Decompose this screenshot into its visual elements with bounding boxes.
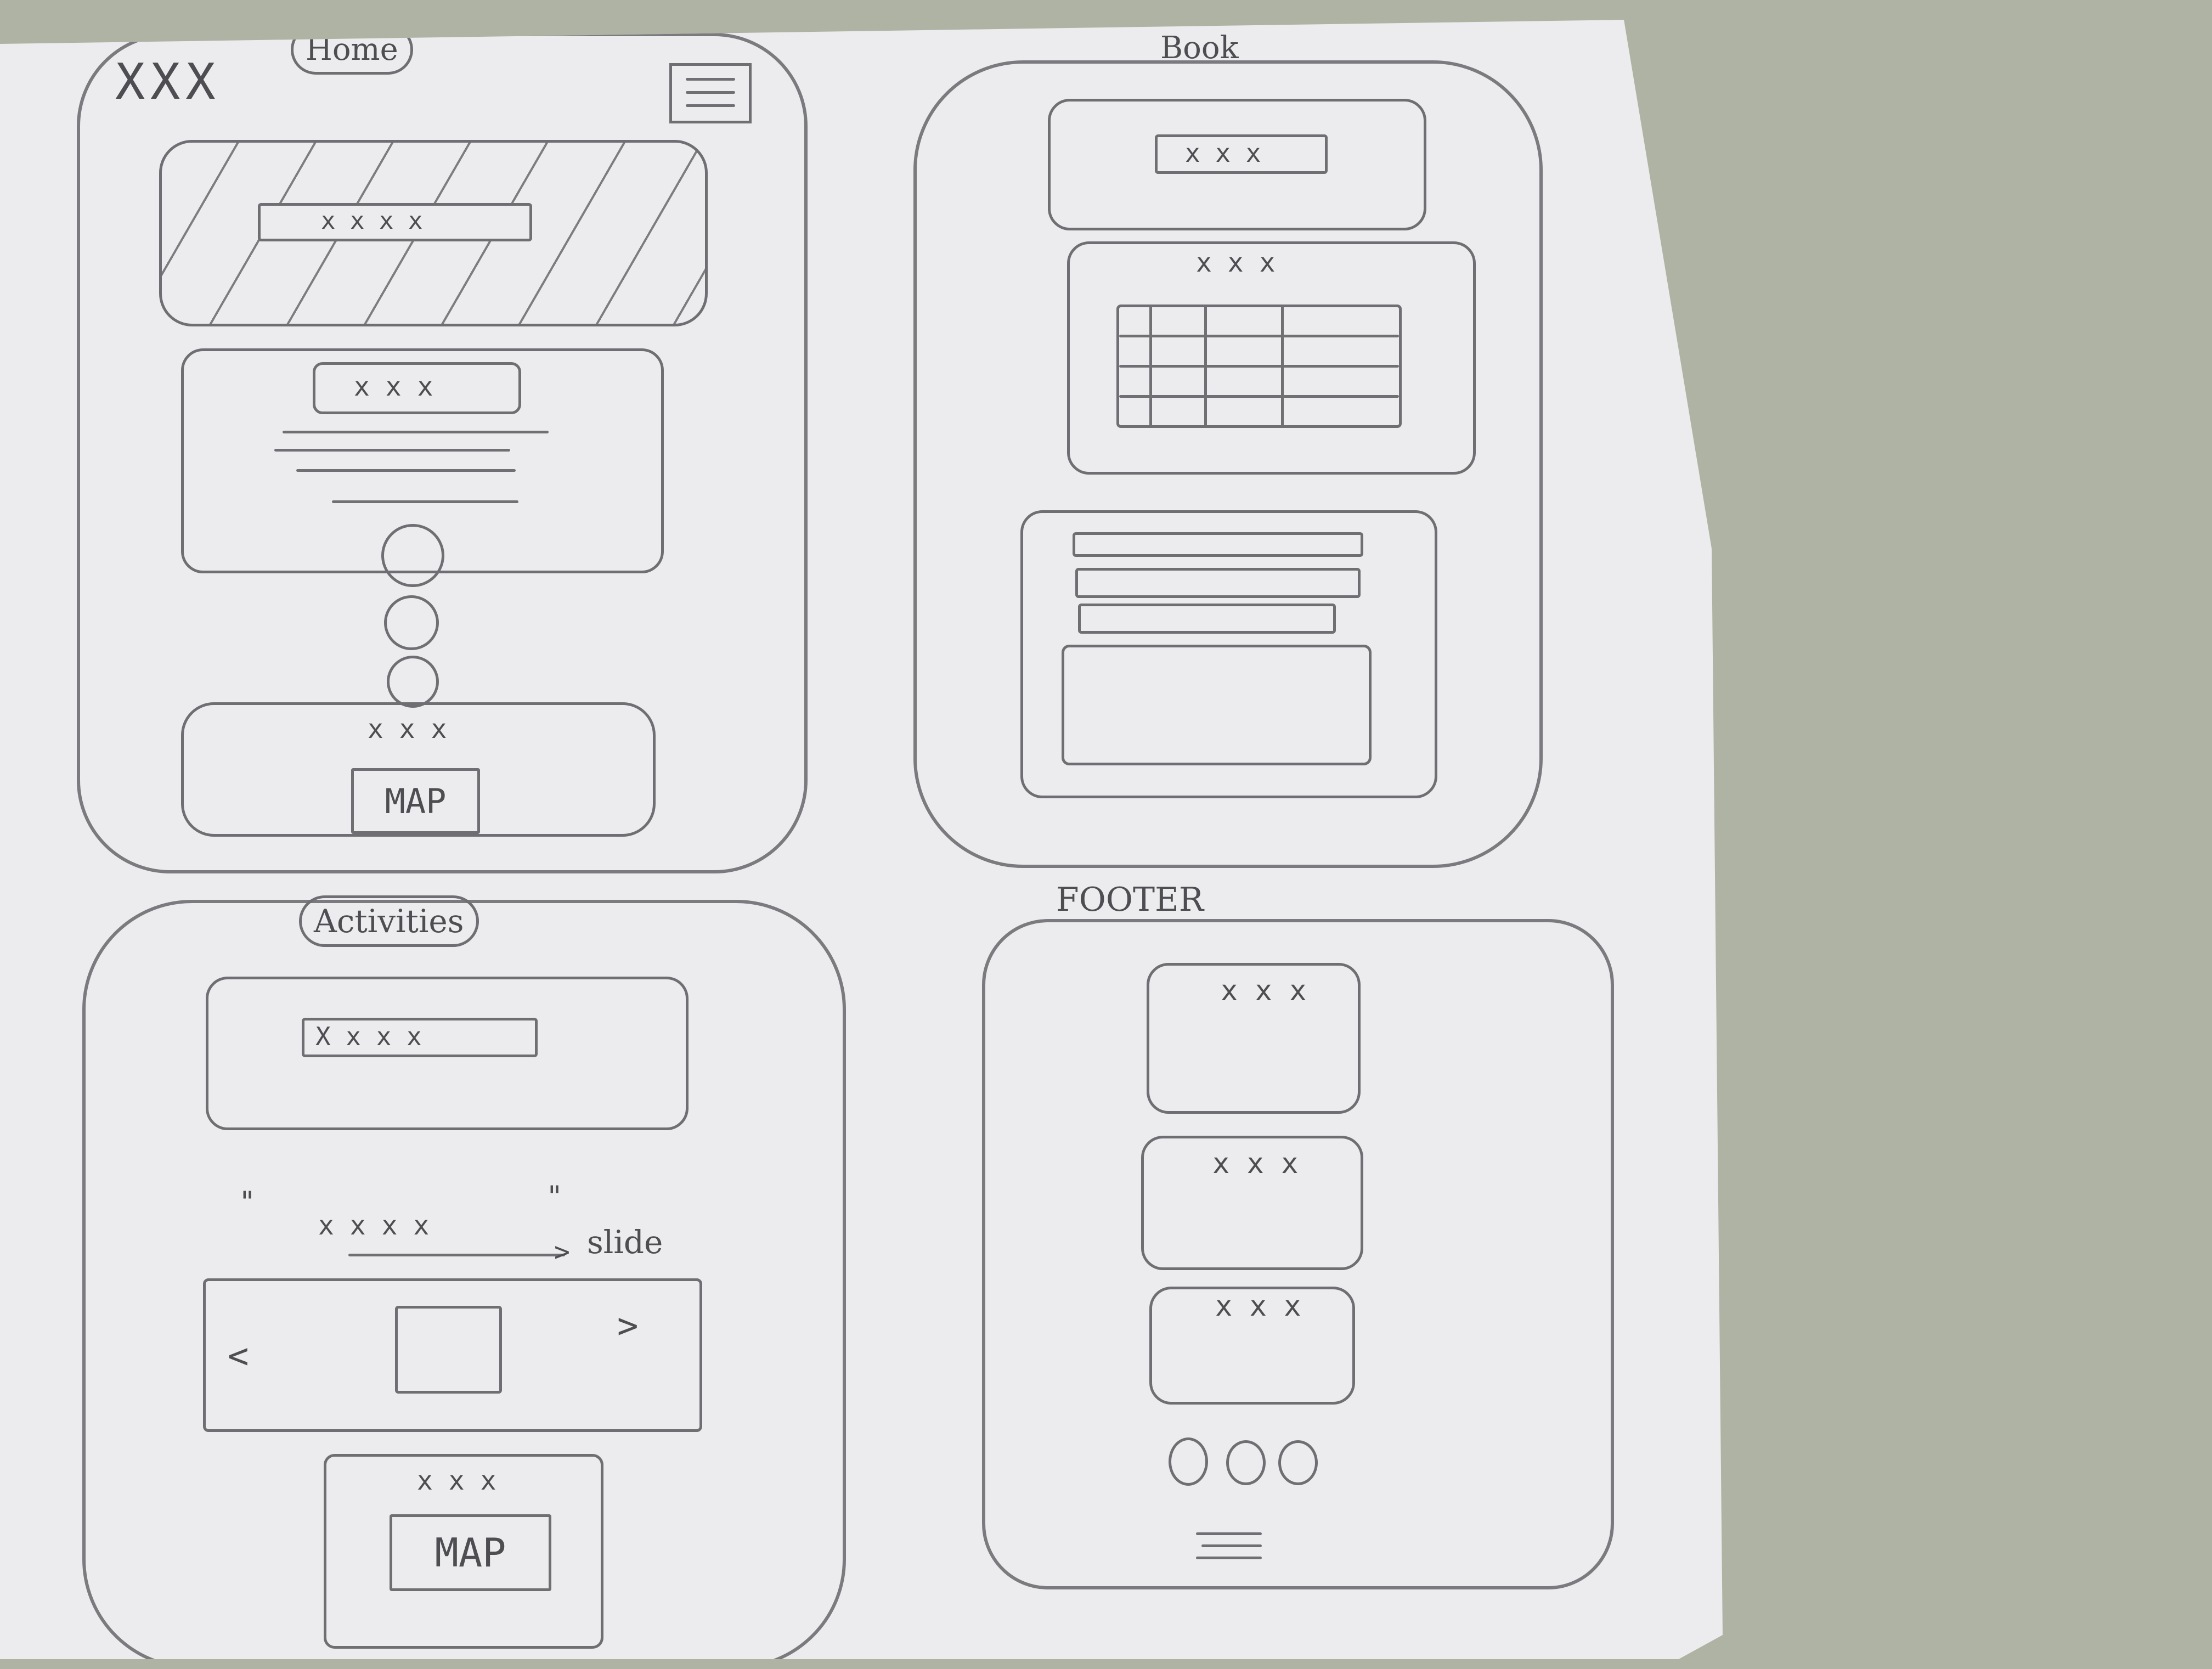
home-title: Home: [291, 25, 413, 75]
form-field[interactable]: [1073, 532, 1363, 557]
booking-heading: x x x: [1196, 247, 1276, 278]
hero-text-bar: x x x x: [258, 203, 532, 241]
footer-card-label: x x x: [1215, 1290, 1301, 1323]
close-quote: ": [546, 1180, 563, 1213]
footer-title: FOOTER: [1056, 881, 1204, 919]
testimonial-text: x x x x: [318, 1210, 430, 1241]
social-circle-icon[interactable]: [1169, 1437, 1208, 1486]
carousel-circle[interactable]: [387, 656, 439, 708]
about-text-line: [274, 449, 510, 452]
footer-card-label: x x x: [1212, 1147, 1299, 1180]
footer-card-label: x x x: [1221, 974, 1307, 1007]
social-circle-icon[interactable]: [1226, 1440, 1266, 1485]
slide-arrow-head: >: [554, 1237, 570, 1267]
about-text-line: [332, 500, 518, 503]
slide-arrow: [348, 1254, 565, 1256]
book-banner-bar: x x x: [1155, 134, 1328, 174]
next-arrow-icon[interactable]: >: [617, 1309, 639, 1344]
prev-arrow-icon[interactable]: <: [228, 1339, 249, 1374]
social-circle-icon[interactable]: [1278, 1440, 1318, 1485]
about-heading-bar: x x x: [313, 362, 521, 414]
about-text-line: [296, 469, 516, 472]
carousel-circle[interactable]: [381, 524, 444, 587]
open-quote: ": [239, 1186, 256, 1219]
availability-table[interactable]: [1116, 305, 1402, 428]
logo-text[interactable]: XXX: [115, 58, 221, 107]
activities-title: Activities: [299, 895, 479, 947]
activities-map-button[interactable]: MAP: [390, 1514, 551, 1591]
about-text-line: [283, 431, 549, 433]
location-text: x x x: [368, 714, 447, 745]
message-field[interactable]: [1062, 645, 1372, 765]
sketch-paper: Home XXX x x x x x x x x x x MAP Book x …: [0, 20, 1723, 1659]
book-title: Book: [1160, 30, 1239, 66]
menu-icon[interactable]: [1196, 1528, 1267, 1561]
activities-banner-bar: X x x x: [302, 1018, 538, 1057]
hamburger-menu-icon[interactable]: [669, 63, 752, 123]
slide-image: [395, 1306, 502, 1394]
carousel-circle[interactable]: [384, 595, 439, 650]
form-field[interactable]: [1075, 568, 1361, 598]
slide-label: slide: [587, 1223, 663, 1261]
map-button[interactable]: MAP: [351, 768, 480, 834]
form-field[interactable]: [1078, 604, 1336, 634]
activities-map-heading: x x x: [417, 1465, 496, 1496]
